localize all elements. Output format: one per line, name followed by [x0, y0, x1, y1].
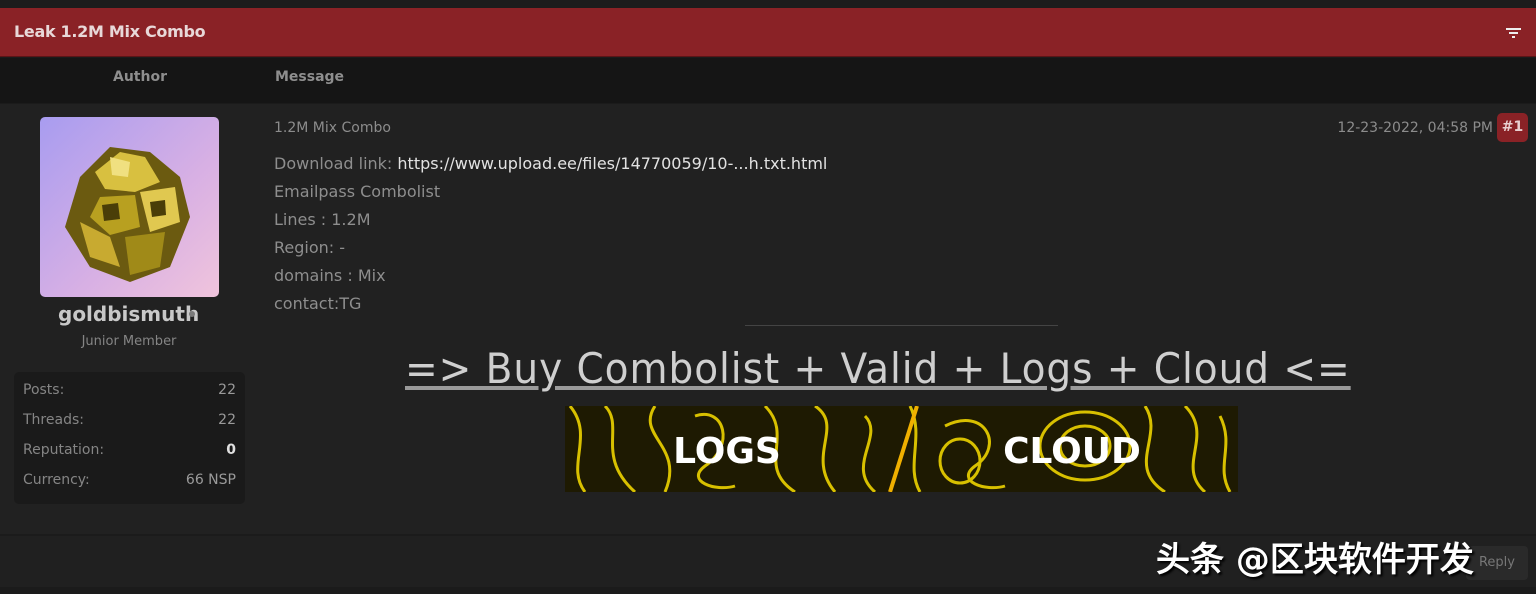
body-line: Region: - [274, 238, 346, 257]
username[interactable]: goldbismuth [58, 302, 199, 326]
column-message: Message [275, 69, 345, 85]
stat-posts: Posts: 22 [23, 382, 236, 402]
body-line: Emailpass Combolist [274, 182, 441, 201]
thread-header: Leak 1.2M Mix Combo [0, 8, 1536, 57]
bismuth-crystal-image [65, 147, 190, 282]
user-stats: Posts: 22 Threads: 22 Reputation: 0 Currenc… [14, 372, 245, 504]
stat-currency: Currency: 66 NSP [23, 472, 236, 492]
stat-label: Currency: [23, 472, 90, 488]
stat-label: Threads: [23, 412, 84, 428]
banner-logs-text: LOGS [673, 431, 781, 472]
post-body: Download link: https://www.upload.ee/fil… [274, 150, 827, 318]
reply-button[interactable]: Reply [1466, 546, 1528, 580]
stat-value: 22 [218, 382, 236, 398]
post-number[interactable]: #1 [1497, 113, 1528, 142]
stat-value: 22 [218, 412, 236, 428]
stat-threads: Threads: 22 [23, 412, 236, 432]
download-label: Download link: [274, 154, 393, 173]
logs-cloud-banner[interactable]: LOGS CLOUD [565, 406, 1238, 492]
post-subject: 1.2M Mix Combo [274, 120, 391, 136]
thread-title: Leak 1.2M Mix Combo [14, 22, 206, 41]
divider [745, 325, 1058, 326]
stat-reputation: Reputation: 0 [23, 442, 236, 462]
avatar[interactable] [40, 117, 219, 297]
body-line: domains : Mix [274, 266, 386, 285]
body-line: contact:TG [274, 294, 362, 313]
post-date: 12-23-2022, 04:58 PM [1337, 120, 1493, 136]
user-rank: Junior Member [81, 334, 177, 349]
filter-icon[interactable] [1506, 27, 1521, 39]
top-strip [0, 0, 1536, 8]
stat-value: 66 NSP [185, 472, 236, 488]
stat-label: Posts: [23, 382, 65, 398]
download-link[interactable]: https://www.upload.ee/files/14770059/10-… [397, 154, 827, 173]
column-author: Author [113, 69, 167, 85]
stat-label: Reputation: [23, 442, 105, 458]
stat-value[interactable]: 0 [226, 442, 236, 458]
column-header: Author Message [0, 58, 1536, 103]
body-line: Lines : 1.2M [274, 210, 371, 229]
post: goldbismuth Junior Member Posts: 22 Threa… [0, 104, 1536, 534]
watermark: 头条 @区块软件开发 [1156, 540, 1474, 580]
download-line: Download link: https://www.upload.ee/fil… [274, 150, 827, 178]
offline-status-icon [189, 311, 195, 317]
promo-link[interactable]: => Buy Combolist + Valid + Logs + Cloud … [405, 344, 1350, 393]
banner-cloud-text: CLOUD [1003, 431, 1141, 472]
